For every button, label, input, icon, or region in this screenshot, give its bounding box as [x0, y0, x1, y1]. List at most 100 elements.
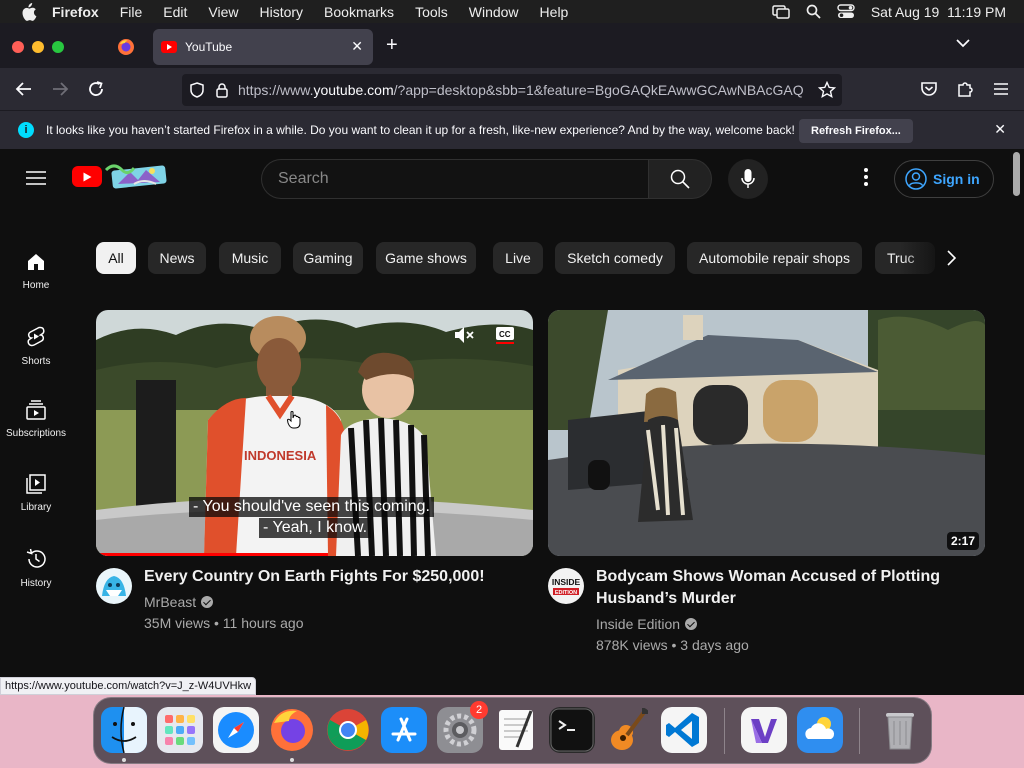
vscode-icon[interactable] [661, 707, 707, 753]
menu-help[interactable]: Help [540, 4, 569, 20]
window-zoom-button[interactable] [52, 41, 64, 53]
menu-app-name[interactable]: Firefox [52, 4, 99, 20]
caption-line-1: - You should've seen this coming. [189, 497, 434, 517]
menu-view[interactable]: View [208, 4, 238, 20]
app-menu-hamburger-icon[interactable] [991, 79, 1011, 99]
pocket-icon[interactable] [919, 79, 939, 99]
apple-logo-icon[interactable] [18, 2, 38, 21]
sidebar-item-history[interactable]: History [0, 548, 72, 589]
sidebar-item-library[interactable]: Library [0, 474, 72, 513]
menu-tools[interactable]: Tools [415, 4, 448, 20]
new-tab-button[interactable]: + [386, 35, 398, 55]
address-bar[interactable]: https://www.youtube.com/?app=desktop&sbb… [182, 74, 842, 106]
chip-news[interactable]: News [148, 242, 206, 274]
menu-window[interactable]: Window [469, 4, 519, 20]
textedit-icon[interactable] [493, 707, 539, 753]
menu-file[interactable]: File [120, 4, 143, 20]
forward-arrow-icon[interactable] [50, 79, 70, 99]
sidebar-item-home[interactable]: Home [0, 252, 72, 291]
search-button[interactable] [648, 159, 712, 199]
tab-close-icon[interactable]: ✕ [351, 38, 363, 55]
youtube-favicon-icon [161, 41, 177, 53]
guide-menu-icon[interactable] [26, 170, 46, 186]
closed-captions-icon[interactable]: CC [495, 325, 515, 345]
chip-automobile-repair-shops[interactable]: Automobile repair shops [687, 242, 862, 274]
spotlight-search-icon[interactable] [806, 4, 821, 19]
terminal-icon[interactable] [549, 707, 595, 753]
weather-icon[interactable] [797, 707, 843, 753]
sidebar-item-shorts[interactable]: Shorts [0, 326, 72, 367]
dock-separator [724, 708, 725, 754]
safari-icon[interactable] [213, 707, 259, 753]
video-thumbnail-mrbeast[interactable]: INDONESIA CC - You should've seen this c… [96, 310, 533, 556]
chip-bar-fade [900, 242, 948, 274]
back-arrow-icon[interactable] [14, 79, 34, 99]
search-input[interactable]: Search [261, 159, 649, 199]
notification-close-icon[interactable]: ✕ [994, 121, 1006, 138]
window-close-button[interactable] [12, 41, 24, 53]
extensions-puzzle-icon[interactable] [955, 79, 975, 99]
firefox-running-indicator [290, 758, 294, 762]
menu-edit[interactable]: Edit [163, 4, 187, 20]
settings-more-icon[interactable] [856, 168, 876, 192]
app-store-icon[interactable] [381, 707, 427, 753]
list-all-tabs-icon[interactable] [956, 39, 970, 48]
caption-line-2: - Yeah, I know. [259, 518, 372, 538]
info-icon: i [18, 122, 34, 138]
notification-message: It looks like you haven’t started Firefo… [46, 123, 795, 137]
trash-icon[interactable] [877, 707, 923, 753]
mrbeast-avatar[interactable] [96, 568, 132, 604]
firefox-icon[interactable] [269, 707, 315, 753]
chrome-icon[interactable] [325, 707, 371, 753]
menu-bookmarks[interactable]: Bookmarks [324, 4, 394, 20]
page-scrollbar-thumb[interactable] [1013, 152, 1020, 196]
video-title-line-2[interactable]: Husband’s Murder [596, 588, 736, 610]
muted-speaker-icon[interactable] [454, 326, 474, 344]
chip-music[interactable]: Music [219, 242, 281, 274]
lock-icon[interactable] [216, 82, 228, 98]
youtube-doodle-icon[interactable] [104, 162, 168, 190]
search-placeholder: Search [278, 170, 329, 187]
chip-all[interactable]: All [96, 242, 136, 274]
bookmark-star-icon[interactable] [818, 81, 836, 99]
inside-edition-avatar[interactable]: INSIDE EDITION [548, 568, 584, 604]
video-title-line-1[interactable]: Bodycam Shows Woman Accused of Plotting [596, 566, 940, 588]
chip-gaming[interactable]: Gaming [293, 242, 363, 274]
menu-bar: Firefox File Edit View History Bookmarks… [0, 0, 1024, 23]
avatar-text-edition: EDITION [555, 590, 577, 596]
chip-game-shows[interactable]: Game shows [376, 242, 476, 274]
menu-history[interactable]: History [259, 4, 303, 20]
chip-sketch-comedy[interactable]: Sketch comedy [555, 242, 675, 274]
video-thumbnail-inside-edition[interactable]: 2:17 [548, 310, 985, 556]
voice-search-button[interactable] [728, 159, 768, 199]
youtube-logo-icon[interactable] [72, 166, 102, 187]
control-center-icon[interactable] [837, 4, 855, 19]
sidebar-label-subscriptions: Subscriptions [5, 428, 67, 439]
screen-mirroring-icon[interactable] [772, 4, 790, 19]
channel-name[interactable]: MrBeast [144, 592, 214, 612]
chevron-right-icon[interactable] [946, 250, 956, 266]
reload-icon[interactable] [86, 79, 106, 99]
finder-icon[interactable] [101, 707, 147, 753]
visual-studio-icon[interactable] [741, 707, 787, 753]
chip-live[interactable]: Live [493, 242, 543, 274]
garageband-icon[interactable] [605, 707, 651, 753]
channel-name[interactable]: Inside Edition [596, 614, 698, 634]
subscriptions-icon [26, 400, 46, 420]
tab-youtube[interactable]: YouTube ✕ [153, 29, 373, 65]
window-minimize-button[interactable] [32, 41, 44, 53]
sign-in-button[interactable]: Sign in [894, 160, 994, 198]
sidebar-label-library: Library [20, 502, 52, 513]
sidebar-label-history: History [20, 578, 52, 589]
launchpad-icon[interactable] [157, 707, 203, 753]
video-duration: 2:17 [946, 532, 979, 550]
refresh-firefox-notification: i It looks like you haven’t started Fire… [0, 110, 1024, 149]
sidebar-item-subscriptions[interactable]: Subscriptions [0, 400, 72, 439]
firefox-pinned-tab-icon[interactable] [117, 38, 135, 56]
tracking-protection-shield-icon[interactable] [190, 82, 204, 98]
url-text[interactable]: https://www.youtube.com/?app=desktop&sbb… [238, 82, 810, 98]
menu-clock[interactable]: Sat Aug 19 11:19 PM [871, 4, 1006, 20]
refresh-firefox-button[interactable]: Refresh Firefox... [799, 119, 913, 143]
navigation-toolbar: https://www.youtube.com/?app=desktop&sbb… [0, 68, 1024, 110]
video-title[interactable]: Every Country On Earth Fights For $250,0… [144, 566, 485, 588]
